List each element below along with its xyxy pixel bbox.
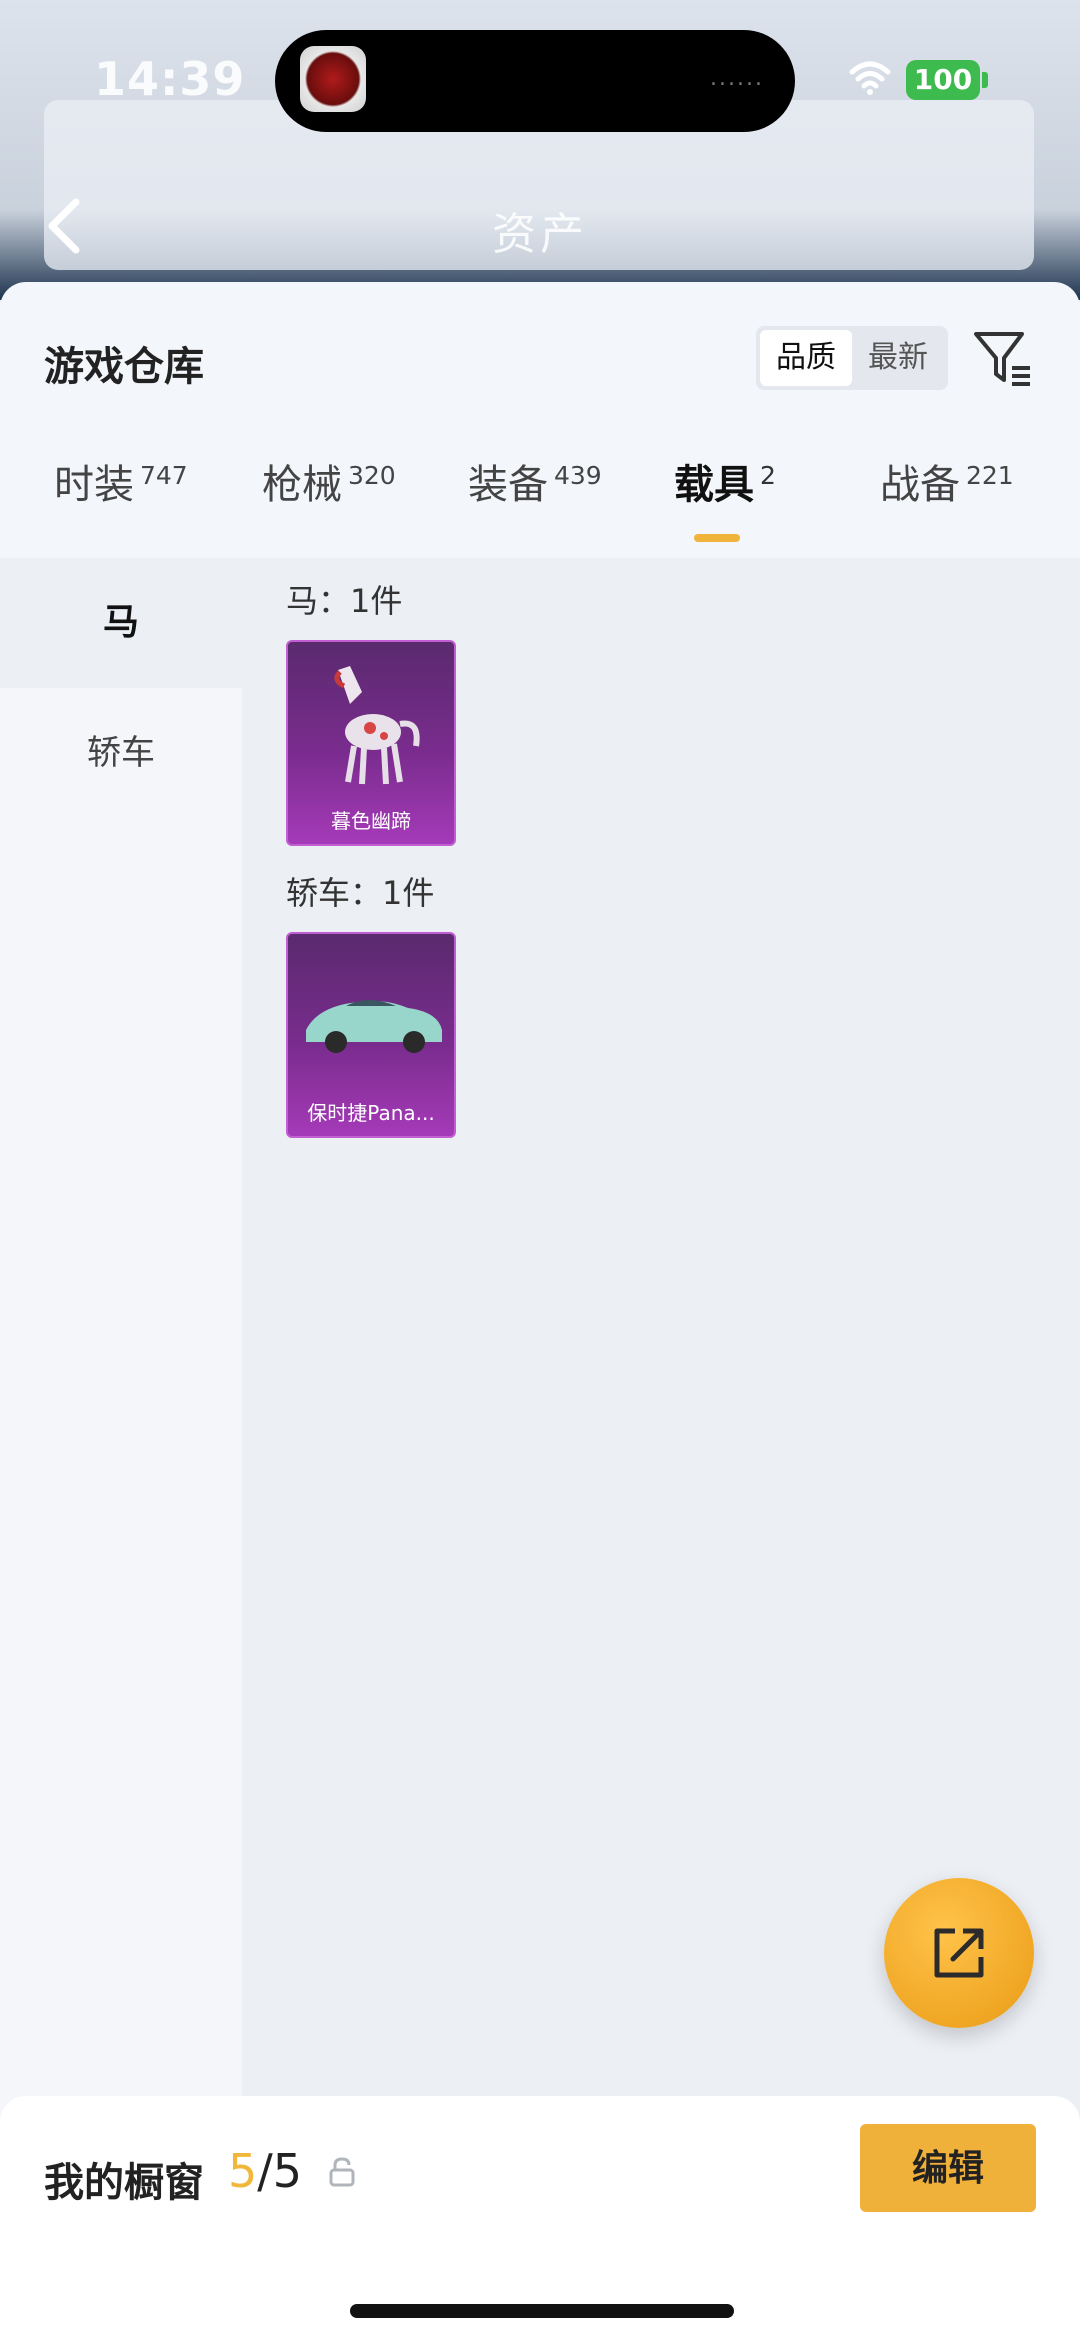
share-button[interactable] [884, 1878, 1034, 2028]
item-name: 暮色幽蹄 [331, 809, 411, 833]
tab-count: 747 [140, 461, 188, 490]
item-card-horse[interactable]: 暮色幽蹄 [286, 640, 456, 846]
tab-fashion[interactable]: 时装 747 [54, 452, 188, 510]
screen: 资产 14:39 ...... 100 游戏仓库 品质 最新 时装 747 枪械… [0, 0, 1080, 2341]
sheet-header: 游戏仓库 品质 最新 [0, 282, 1080, 442]
tab-label: 载具 [674, 462, 754, 508]
showcase-count: 5/5 [228, 2144, 302, 2198]
filter-icon[interactable] [972, 328, 1034, 390]
tab-label: 时装 [54, 462, 134, 508]
content-area: 马 轿车 马：1件 暮色幽蹄 轿车：1件 保时捷Pana... [0, 558, 1080, 2341]
edit-button[interactable]: 编辑 [860, 2124, 1036, 2212]
tab-label: 装备 [468, 462, 548, 508]
showcase-count-current: 5 [228, 2144, 258, 2198]
sort-toggle: 品质 最新 [756, 326, 948, 390]
island-activity-dots: ...... [710, 66, 764, 91]
group-label-sedan: 轿车：1件 [286, 874, 435, 912]
tab-count: 2 [760, 461, 776, 490]
battery-nub [982, 72, 988, 88]
tab-label: 枪械 [262, 462, 342, 508]
background-page-title: 资产 [492, 209, 588, 260]
tab-count: 439 [554, 461, 602, 490]
group-label-horse: 马：1件 [286, 582, 403, 620]
showcase-count-total: /5 [257, 2144, 303, 2198]
tab-firearms[interactable]: 枪械 320 [262, 452, 396, 510]
category-tabs: 时装 747 枪械 320 装备 439 载具 2 战备 221 [0, 452, 1080, 560]
tab-battle-gear[interactable]: 战备 221 [880, 452, 1014, 510]
active-tab-indicator [694, 534, 740, 542]
sidebar-item-sedan[interactable]: 轿车 [0, 688, 242, 818]
battery-indicator: 100 [906, 60, 980, 100]
item-card-sedan[interactable]: 保时捷Pana... [286, 932, 456, 1138]
lock-icon [329, 2157, 355, 2187]
warehouse-sheet: 游戏仓库 品质 最新 时装 747 枪械 320 装备 439 载具 2 战备 … [0, 282, 1080, 2341]
tab-equipment[interactable]: 装备 439 [468, 452, 602, 510]
home-indicator [350, 2304, 734, 2318]
sheet-title: 游戏仓库 [44, 344, 204, 390]
island-app-icon [300, 46, 366, 112]
tab-count: 320 [348, 461, 396, 490]
subcategory-sidebar: 马 轿车 [0, 558, 242, 2341]
status-time: 14:39 [94, 52, 246, 106]
tab-count: 221 [966, 461, 1014, 490]
sidebar-item-horse[interactable]: 马 [0, 558, 242, 688]
share-icon [934, 1928, 984, 1978]
sort-by-newest-button[interactable]: 最新 [852, 330, 944, 386]
wifi-icon [849, 61, 891, 95]
tab-vehicles[interactable]: 载具 2 [674, 452, 776, 510]
tab-label: 战备 [880, 462, 960, 508]
item-name: 保时捷Pana... [307, 1101, 435, 1125]
sort-by-quality-button[interactable]: 品质 [760, 330, 852, 386]
showcase-label: 我的橱窗 [44, 2160, 204, 2206]
